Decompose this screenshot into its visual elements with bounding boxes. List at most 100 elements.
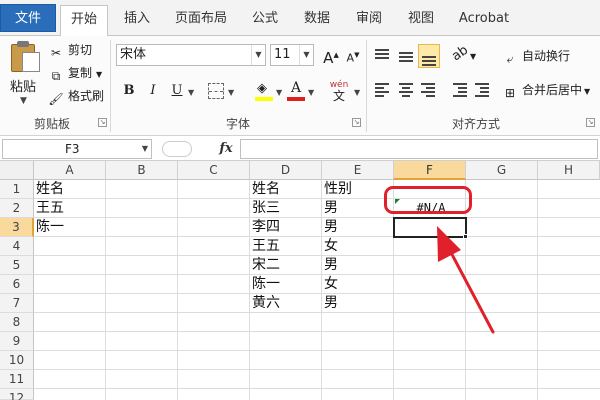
cell-e3[interactable]: 男 <box>322 218 394 237</box>
select-all-button[interactable] <box>0 161 34 180</box>
cut-button[interactable]: ✂ 剪切 <box>48 40 92 60</box>
cell-e7[interactable]: 男 <box>322 294 394 313</box>
row-header-3[interactable]: 3 <box>0 218 34 237</box>
tab-view[interactable]: 视图 <box>400 5 442 36</box>
tab-acrobat[interactable]: Acrobat <box>452 5 516 36</box>
copy-button[interactable]: ⧉ 复制 ▼ <box>48 63 102 83</box>
align-right-button[interactable] <box>418 80 438 100</box>
align-top-button[interactable] <box>372 46 392 66</box>
cell-d1[interactable]: 姓名 <box>250 180 322 199</box>
chevron-down-icon[interactable]: ▼ <box>354 88 360 97</box>
font-size-value: 11 <box>274 47 291 62</box>
row-header-5[interactable]: 5 <box>0 256 34 275</box>
clipboard-launcher-icon[interactable]: ↘ <box>98 118 107 127</box>
active-cell-f3[interactable] <box>393 217 467 238</box>
insert-function-button[interactable]: fx <box>215 139 237 159</box>
cell-d4[interactable]: 王五 <box>250 237 322 256</box>
font-color-button[interactable]: A <box>286 80 306 102</box>
cell-d2[interactable]: 张三 <box>250 199 322 218</box>
cell-d6[interactable]: 陈一 <box>250 275 322 294</box>
tab-page-layout[interactable]: 页面布局 <box>168 5 234 36</box>
merge-center-button[interactable]: ⊞ 合并后居中 ▼ <box>502 80 590 100</box>
grow-font-button[interactable]: A▲ <box>320 44 342 67</box>
tab-data[interactable]: 数据 <box>296 5 338 36</box>
formula-bar-splitter[interactable] <box>162 141 192 157</box>
column-header-a[interactable]: A <box>34 161 106 180</box>
row-header-11[interactable]: 11 <box>0 370 34 389</box>
fill-handle[interactable] <box>463 234 468 239</box>
cell-d5[interactable]: 宋二 <box>250 256 322 275</box>
name-box-value: F3 <box>65 142 80 156</box>
align-bottom-button[interactable] <box>418 44 440 68</box>
font-color-icon: A <box>291 80 302 96</box>
wrap-text-button[interactable]: ⤶ 自动换行 <box>502 46 570 66</box>
column-header-d[interactable]: D <box>250 161 322 180</box>
increase-indent-button[interactable] <box>472 80 492 100</box>
cell-a3[interactable]: 陈一 <box>34 218 106 237</box>
formula-input[interactable] <box>240 139 598 159</box>
align-left-button[interactable] <box>372 80 392 100</box>
annotation-highlight <box>384 186 472 214</box>
row-header-4[interactable]: 4 <box>0 237 34 256</box>
phonetic-button[interactable]: wén 文 <box>326 80 352 102</box>
wrap-text-icon: ⤶ <box>506 52 514 66</box>
chevron-down-icon[interactable]: ▼ <box>228 88 234 97</box>
tab-review[interactable]: 审阅 <box>348 5 390 36</box>
cell-e6[interactable]: 女 <box>322 275 394 294</box>
chevron-down-icon[interactable]: ▼ <box>276 88 282 97</box>
row-header-9[interactable]: 9 <box>0 332 34 351</box>
tab-insert[interactable]: 插入 <box>114 5 160 36</box>
gridline <box>34 331 600 332</box>
gridline <box>537 180 538 400</box>
alignment-launcher-icon[interactable]: ↘ <box>586 118 595 127</box>
fill-color-button[interactable]: ◈ <box>254 80 274 102</box>
row-header-7[interactable]: 7 <box>0 294 34 313</box>
tab-home[interactable]: 开始 <box>60 5 108 37</box>
row-header-12[interactable]: 12 <box>0 389 34 400</box>
copy-icon: ⧉ <box>51 69 61 83</box>
column-header-h[interactable]: H <box>538 161 600 180</box>
tab-file[interactable]: 文件 <box>0 4 56 32</box>
cell-a1[interactable]: 姓名 <box>34 180 106 199</box>
row-header-2[interactable]: 2 <box>0 199 34 218</box>
orientation-button[interactable]: ab ▼ <box>449 43 478 66</box>
tab-formulas[interactable]: 公式 <box>244 5 286 36</box>
format-painter-button[interactable]: 🖌 格式刷 <box>48 86 104 106</box>
underline-button[interactable]: U <box>166 80 188 102</box>
italic-button[interactable]: I <box>142 80 164 102</box>
bold-button[interactable]: B <box>118 80 140 102</box>
chevron-down-icon: ▼ <box>141 144 148 153</box>
shrink-font-button[interactable]: A▼ <box>342 44 364 66</box>
font-color-swatch <box>287 97 305 101</box>
chevron-down-icon[interactable]: ▼ <box>308 88 314 97</box>
column-header-b[interactable]: B <box>106 161 178 180</box>
cell-d3[interactable]: 李四 <box>250 218 322 237</box>
format-painter-icon: 🖌 <box>48 92 64 106</box>
row-header-1[interactable]: 1 <box>0 180 34 199</box>
font-name-select[interactable]: 宋体 ▼ <box>116 44 266 66</box>
row-header-8[interactable]: 8 <box>0 313 34 332</box>
chevron-down-icon[interactable]: ▼ <box>188 88 194 97</box>
decrease-indent-button[interactable] <box>450 80 470 100</box>
chevron-down-icon: ▼ <box>299 45 313 65</box>
column-header-c[interactable]: C <box>178 161 250 180</box>
font-size-select[interactable]: 11 ▼ <box>270 44 314 66</box>
align-center-button[interactable] <box>396 80 416 100</box>
merge-center-label: 合并后居中 <box>522 83 583 97</box>
align-middle-button[interactable] <box>396 46 416 66</box>
cell-d7[interactable]: 黄六 <box>250 294 322 313</box>
column-header-e[interactable]: E <box>322 161 394 180</box>
cell-a2[interactable]: 王五 <box>34 199 106 218</box>
column-header-g[interactable]: G <box>466 161 538 180</box>
wrap-text-label: 自动换行 <box>522 49 571 63</box>
row-header-10[interactable]: 10 <box>0 351 34 370</box>
borders-button[interactable] <box>208 83 224 99</box>
gridline <box>34 350 600 351</box>
cell-e4[interactable]: 女 <box>322 237 394 256</box>
font-launcher-icon[interactable]: ↘ <box>352 118 361 127</box>
chevron-down-icon[interactable]: ▼ <box>20 96 27 106</box>
column-header-f[interactable]: F <box>394 161 466 180</box>
name-box[interactable]: F3 ▼ <box>2 139 152 159</box>
cell-e5[interactable]: 男 <box>322 256 394 275</box>
row-header-6[interactable]: 6 <box>0 275 34 294</box>
